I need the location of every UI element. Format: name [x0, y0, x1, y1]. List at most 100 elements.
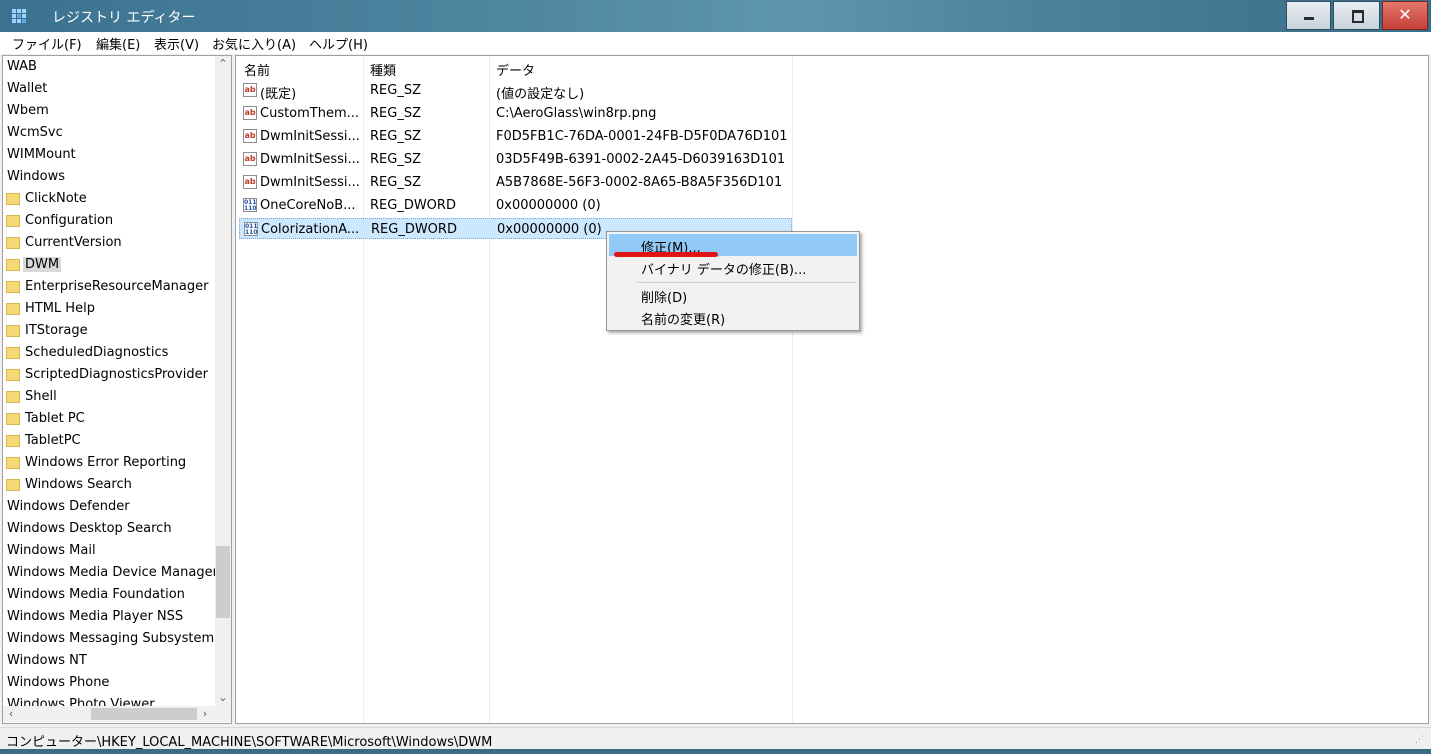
menu-file[interactable]: ファイル(F) [12, 34, 82, 53]
tree-item-label: Windows Messaging Subsystem [7, 631, 215, 646]
close-button[interactable]: ✕ [1382, 1, 1428, 30]
tree-item[interactable]: Windows Defender [3, 496, 215, 518]
context-menu-item-rename[interactable]: 名前の変更(R) [609, 306, 857, 328]
title-bar[interactable]: レジストリ エディター ✕ [0, 0, 1431, 32]
context-menu-item-delete[interactable]: 削除(D) [609, 284, 857, 306]
tree-item[interactable]: Windows Media Foundation [3, 584, 215, 606]
tree-item[interactable]: Windows Search [3, 474, 215, 496]
scroll-left-icon[interactable]: ‹ [3, 706, 19, 722]
value-name: ColorizationA... [261, 222, 360, 237]
tree-item-label: CurrentVersion [25, 235, 122, 250]
tree-item[interactable]: WIMMount [3, 144, 215, 166]
column-divider[interactable] [792, 56, 793, 723]
maximize-button[interactable] [1333, 1, 1380, 30]
tree-item[interactable]: Tablet PC [3, 408, 215, 430]
tree-item-label: HTML Help [25, 301, 95, 316]
tree-item-label: Windows Photo Viewer [7, 697, 155, 706]
status-bar: コンピューター\HKEY_LOCAL_MACHINE\SOFTWARE\Micr… [0, 727, 1431, 750]
menu-view[interactable]: 表示(V) [154, 34, 199, 53]
scroll-up-icon[interactable]: ⌃ [215, 56, 231, 72]
tree-item[interactable]: ScheduledDiagnostics [3, 342, 215, 364]
tree-item[interactable]: WcmSvc [3, 122, 215, 144]
tree-item-label: Windows Mail [7, 543, 96, 558]
tree-item[interactable]: Windows Media Player NSS [3, 606, 215, 628]
tree-item[interactable]: Windows [3, 166, 215, 188]
status-path: コンピューター\HKEY_LOCAL_MACHINE\SOFTWARE\Micr… [6, 735, 493, 750]
value-row[interactable]: ab CustomThem... REG_SZ C:\AeroGlass\win8rp… [239, 103, 792, 124]
scroll-down-icon[interactable]: ⌄ [215, 690, 231, 706]
dword-value-icon: 011 110 [243, 198, 257, 212]
scroll-right-icon[interactable]: › [197, 706, 213, 722]
tree-item-label: WcmSvc [7, 125, 63, 140]
key-tree-pane[interactable]: WAB Wallet Wbem WcmSvc WIMMount Windows ClickN… [2, 55, 232, 724]
context-menu-label: 名前の変更(R) [641, 313, 726, 328]
window-bottom-edge [0, 749, 1431, 754]
tree-item[interactable]: ClickNote [3, 188, 215, 210]
context-menu: 修正(M)... バイナリ データの修正(B)... 削除(D) 名前の変更(R… [606, 231, 860, 331]
tree-item[interactable]: Shell [3, 386, 215, 408]
tree-item[interactable]: TabletPC [3, 430, 215, 452]
value-row[interactable]: 011 110 OneCoreNoB... REG_DWORD 0x00000000 … [239, 195, 792, 216]
tree-item[interactable]: Windows Error Reporting [3, 452, 215, 474]
value-name: DwmInitSessi... [260, 152, 360, 167]
folder-icon [6, 435, 20, 447]
tree-item[interactable]: DWM [3, 254, 215, 276]
context-menu-item-modify-binary[interactable]: バイナリ データの修正(B)... [609, 256, 857, 278]
tree-vertical-scrollbar[interactable]: ⌃ ⌄ [215, 56, 231, 706]
value-row[interactable]: ab DwmInitSessi... REG_SZ F0D5FB1C-76DA-000… [239, 126, 792, 147]
column-header-data[interactable]: データ [496, 60, 535, 79]
minimize-icon [1304, 17, 1314, 20]
tree-item-label: ScriptedDiagnosticsProvider [25, 367, 208, 382]
tree-item-label: Windows Media Foundation [7, 587, 185, 602]
menu-bar: ファイル(F) 編集(E) 表示(V) お気に入り(A) ヘルプ(H) [0, 32, 1431, 54]
tree-item[interactable]: ScriptedDiagnosticsProvider [3, 364, 215, 386]
tree-item[interactable]: Windows Phone [3, 672, 215, 694]
menu-help[interactable]: ヘルプ(H) [309, 34, 368, 53]
resize-grip-icon[interactable]: ⋰ [1415, 734, 1427, 746]
tree-item[interactable]: Windows Mail [3, 540, 215, 562]
value-type: REG_DWORD [370, 198, 456, 213]
menu-edit[interactable]: 編集(E) [96, 34, 140, 53]
tree-item[interactable]: Windows Desktop Search [3, 518, 215, 540]
string-value-icon: ab [243, 106, 257, 120]
menu-favorites[interactable]: お気に入り(A) [212, 34, 296, 53]
folder-icon [6, 215, 20, 227]
value-data: 0x00000000 (0) [496, 198, 601, 213]
minimize-button[interactable] [1286, 1, 1331, 30]
tree-item[interactable]: EnterpriseResourceManager [3, 276, 215, 298]
tree-item[interactable]: ITStorage [3, 320, 215, 342]
tree-item[interactable]: CurrentVersion [3, 232, 215, 254]
tree-item[interactable]: Wbem [3, 100, 215, 122]
value-row[interactable]: ab (既定) REG_SZ (値の設定なし) [239, 80, 792, 102]
tree-item[interactable]: WAB [3, 56, 215, 78]
value-type: REG_SZ [370, 175, 421, 190]
tree-item[interactable]: Windows NT [3, 650, 215, 672]
column-header-type[interactable]: 種類 [370, 60, 396, 79]
value-row[interactable]: ab DwmInitSessi... REG_SZ 03D5F49B-6391-000… [239, 149, 792, 170]
tree-item[interactable]: Windows Media Device Manager [3, 562, 215, 584]
tree-item-label: ScheduledDiagnostics [25, 345, 169, 360]
value-name: DwmInitSessi... [260, 129, 360, 144]
value-row[interactable]: ab DwmInitSessi... REG_SZ A5B7868E-56F3-000… [239, 172, 792, 193]
tree-item[interactable]: Windows Messaging Subsystem [3, 628, 215, 650]
value-type: REG_SZ [370, 106, 421, 121]
value-type: REG_SZ [370, 152, 421, 167]
value-type: REG_SZ [370, 83, 421, 98]
tree-vertical-scroll-thumb[interactable] [216, 546, 230, 618]
column-header-name[interactable]: 名前 [244, 60, 270, 79]
tree-horizontal-scrollbar[interactable]: ‹ › [3, 706, 215, 722]
tree-item[interactable]: Wallet [3, 78, 215, 100]
key-tree: WAB Wallet Wbem WcmSvc WIMMount Windows ClickN… [3, 56, 215, 706]
value-name: DwmInitSessi... [260, 175, 360, 190]
tree-item[interactable]: Configuration [3, 210, 215, 232]
string-value-icon: ab [243, 83, 257, 97]
folder-icon [6, 391, 20, 403]
tree-item[interactable]: HTML Help [3, 298, 215, 320]
string-value-icon: ab [243, 152, 257, 166]
tree-item[interactable]: Windows Photo Viewer [3, 694, 215, 706]
value-list-pane[interactable]: 名前 種類 データ ab (既定) REG_SZ (値の設定なし) ab CustomTh… [235, 55, 1429, 724]
tree-horizontal-scroll-thumb[interactable] [91, 708, 197, 720]
tree-item-label: WIMMount [7, 147, 76, 162]
tree-item-label: Tablet PC [25, 411, 85, 426]
folder-icon [6, 281, 20, 293]
